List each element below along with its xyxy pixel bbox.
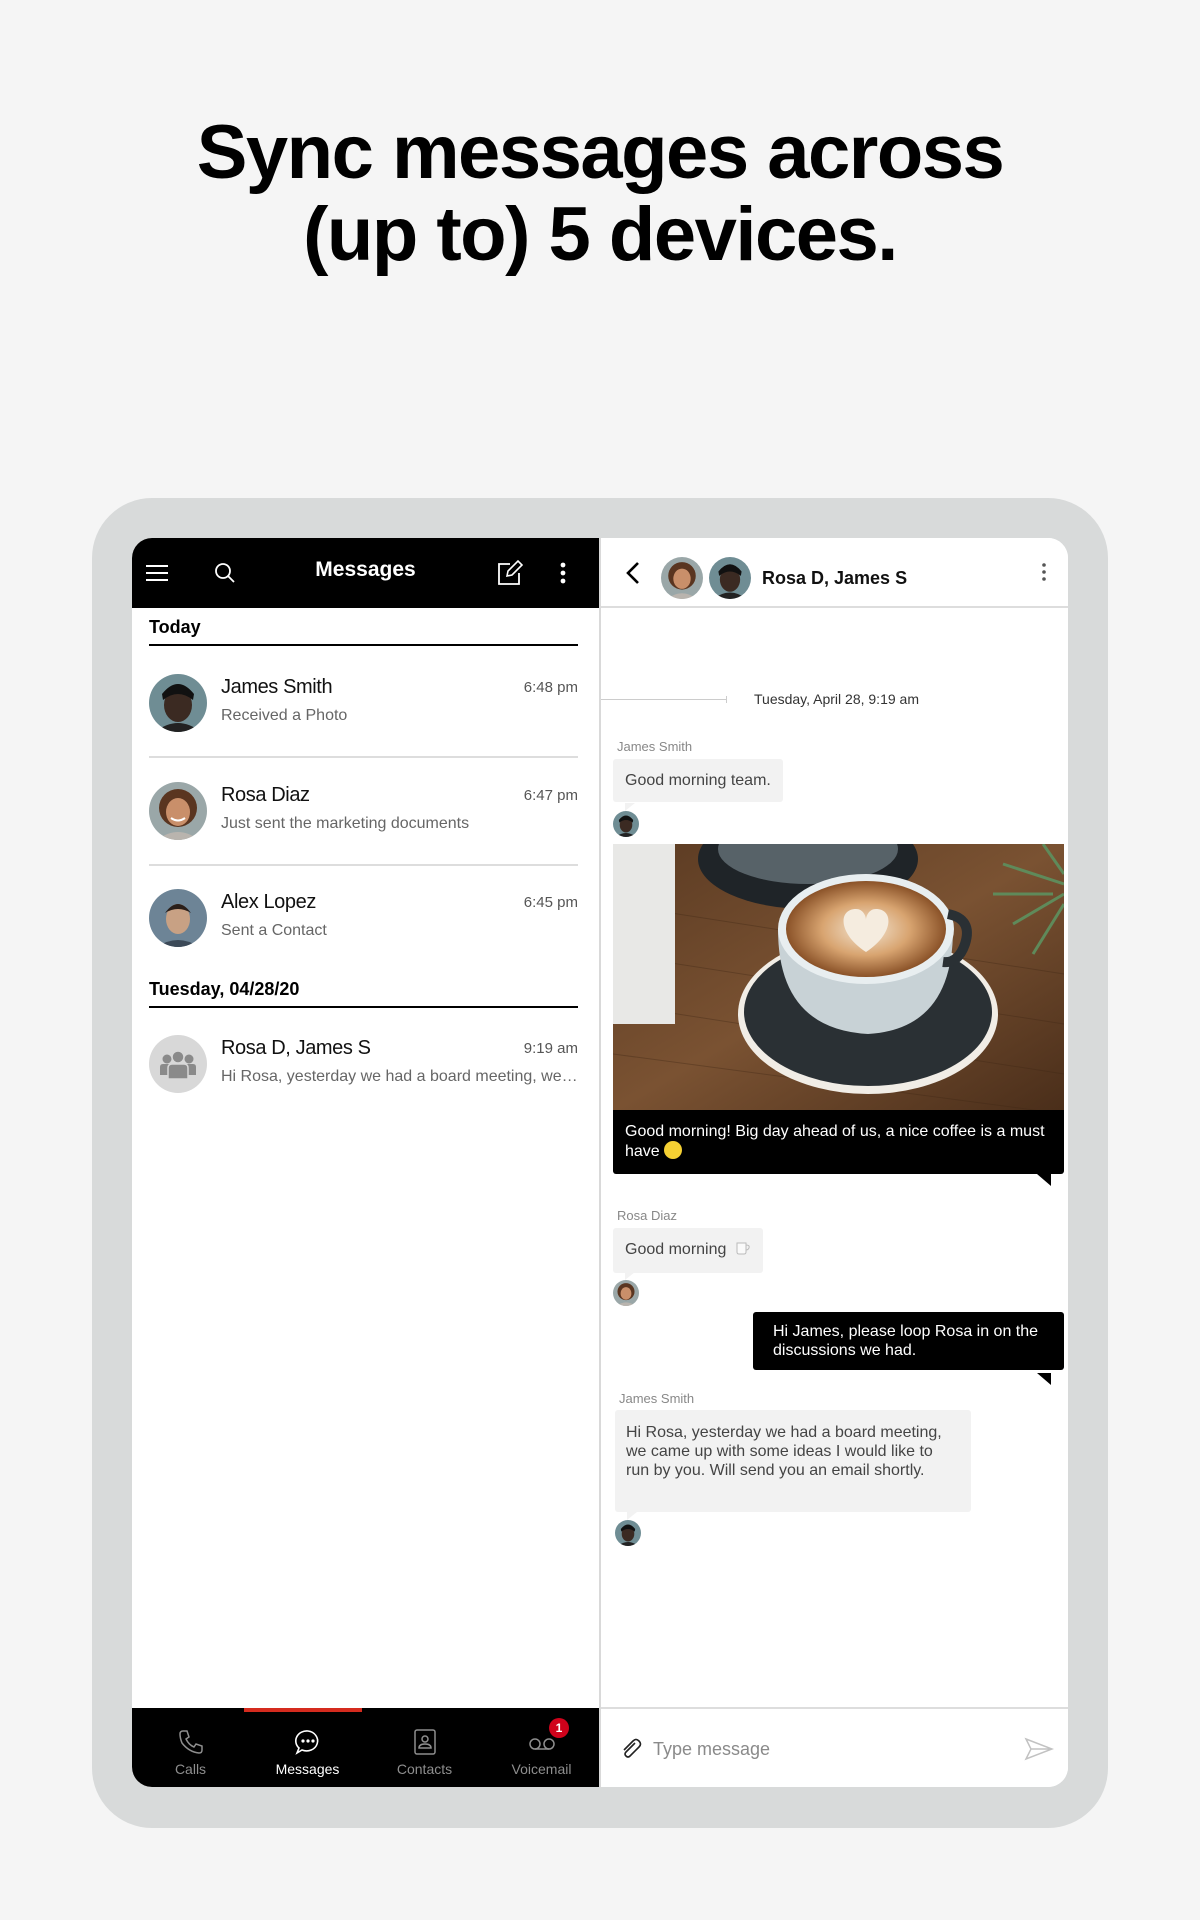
message-bubble-incoming[interactable]: Good morning xyxy=(613,1228,763,1273)
headline-line-1: Sync messages across xyxy=(196,110,1005,195)
compose-icon[interactable] xyxy=(495,558,525,588)
headline-line-2: (up to) 5 devices. xyxy=(303,192,898,277)
conversation-item-group[interactable]: Rosa D, James S 9:19 am Hi Rosa, yesterd… xyxy=(149,1011,578,1119)
bubble-tail xyxy=(1037,1174,1051,1186)
contact-card-icon xyxy=(366,1728,483,1756)
conversation-list-panel: Messages Today James Smith 6:48 pm Recei… xyxy=(132,538,600,1787)
smiling-face-emoji-icon xyxy=(664,1141,683,1159)
message-sender: James Smith xyxy=(617,739,693,754)
messages-header: Messages xyxy=(132,538,599,608)
conversation-header: Rosa D, James S xyxy=(601,538,1068,608)
more-vertical-icon[interactable] xyxy=(548,558,578,588)
avatar-james-smith-small xyxy=(613,811,639,837)
coffee-cup-emoji-icon xyxy=(735,1240,751,1261)
tab-label: Calls xyxy=(174,1761,207,1777)
bubble-tail xyxy=(625,803,635,811)
message-sender: Rosa Diaz xyxy=(617,1208,677,1223)
message-text: Good morning xyxy=(625,1241,727,1258)
conversation-snippet: Sent a Contact xyxy=(221,922,327,939)
more-vertical-icon[interactable] xyxy=(1034,562,1054,586)
tab-calls[interactable]: Calls xyxy=(132,1708,249,1787)
avatar-james-smith xyxy=(709,557,751,599)
date-separator: Tuesday, April 28, 9:19 am xyxy=(754,691,919,707)
tab-label: Messages xyxy=(275,1761,340,1777)
conversation-time: 6:47 pm xyxy=(523,787,578,804)
tablet-screen: Messages Today James Smith 6:48 pm Recei… xyxy=(132,538,1068,1787)
tab-label: Contacts xyxy=(396,1761,453,1777)
phone-icon xyxy=(132,1728,249,1756)
section-header-tuesday: Tuesday, 04/28/20 xyxy=(149,979,578,1008)
chat-bubble-icon xyxy=(249,1728,366,1756)
messages-title: Messages xyxy=(315,558,416,581)
tab-label: Voicemail xyxy=(511,1761,572,1777)
message-sender: James Smith xyxy=(619,1391,695,1406)
group-people-icon xyxy=(160,1050,196,1080)
bottom-navigation: Calls Messages Contacts 1 Voicemail xyxy=(132,1708,600,1787)
headline: Sync messages across (up to) 5 devices. xyxy=(0,112,1200,276)
conversation-detail-panel: Rosa D, James S Tuesday, April 28, 9:19 … xyxy=(601,538,1068,1787)
tab-messages[interactable]: Messages xyxy=(249,1708,366,1787)
conversation-name: Rosa Diaz xyxy=(221,784,310,806)
photo-caption-bubble[interactable]: Good morning! Big day ahead of us, a nic… xyxy=(613,1110,1064,1174)
conversation-item-james-smith[interactable]: James Smith 6:48 pm Received a Photo xyxy=(149,650,578,758)
message-composer xyxy=(601,1707,1068,1787)
conversation-name: James Smith xyxy=(221,676,333,698)
conversation-time: 6:48 pm xyxy=(523,679,578,696)
conversation-title: Rosa D, James S xyxy=(762,568,908,588)
photo-caption-text: Good morning! Big day ahead of us, a nic… xyxy=(625,1123,1045,1160)
chevron-left-icon[interactable] xyxy=(619,558,649,588)
tab-contacts[interactable]: Contacts xyxy=(366,1708,483,1787)
avatar-rosa-diaz xyxy=(149,782,207,840)
coffee-photo-attachment[interactable] xyxy=(613,844,1064,1110)
paperclip-icon[interactable] xyxy=(619,1737,643,1761)
conversation-snippet: Just sent the marketing documents xyxy=(221,815,470,832)
tab-voicemail[interactable]: 1 Voicemail xyxy=(483,1708,600,1787)
bubble-tail xyxy=(627,1512,637,1520)
conversation-snippet: Hi Rosa, yesterday we had a board meetin… xyxy=(221,1068,578,1085)
conversation-item-rosa-diaz[interactable]: Rosa Diaz 6:47 pm Just sent the marketin… xyxy=(149,758,578,866)
message-input[interactable] xyxy=(653,1731,993,1767)
voicemail-icon xyxy=(483,1728,600,1756)
send-icon[interactable] xyxy=(1024,1737,1055,1761)
avatar-rosa-diaz xyxy=(661,557,703,599)
date-separator-line xyxy=(601,696,727,703)
conversation-snippet: Received a Photo xyxy=(221,707,348,724)
section-header-today: Today xyxy=(149,617,578,646)
avatar-james-smith-small xyxy=(615,1520,641,1546)
voicemail-badge: 1 xyxy=(549,1718,569,1738)
bubble-tail xyxy=(1037,1373,1051,1385)
conversation-time: 6:45 pm xyxy=(523,894,578,911)
conversation-item-alex-lopez[interactable]: Alex Lopez 6:45 pm Sent a Contact xyxy=(149,865,578,973)
conversation-name: Alex Lopez xyxy=(221,891,316,913)
avatar-rosa-diaz-small xyxy=(613,1280,639,1306)
conversation-time: 9:19 am xyxy=(523,1040,578,1057)
avatar-group xyxy=(149,1035,207,1093)
avatar-alex-lopez xyxy=(149,889,207,947)
message-bubble-incoming[interactable]: Good morning team. xyxy=(613,759,783,802)
message-bubble-outgoing[interactable]: Hi James, please loop Rosa in on the dis… xyxy=(753,1312,1064,1370)
message-bubble-incoming[interactable]: Hi Rosa, yesterday we had a board meetin… xyxy=(615,1410,971,1512)
conversation-name: Rosa D, James S xyxy=(221,1037,371,1059)
bubble-tail xyxy=(625,1272,635,1280)
avatar-james-smith xyxy=(149,674,207,732)
